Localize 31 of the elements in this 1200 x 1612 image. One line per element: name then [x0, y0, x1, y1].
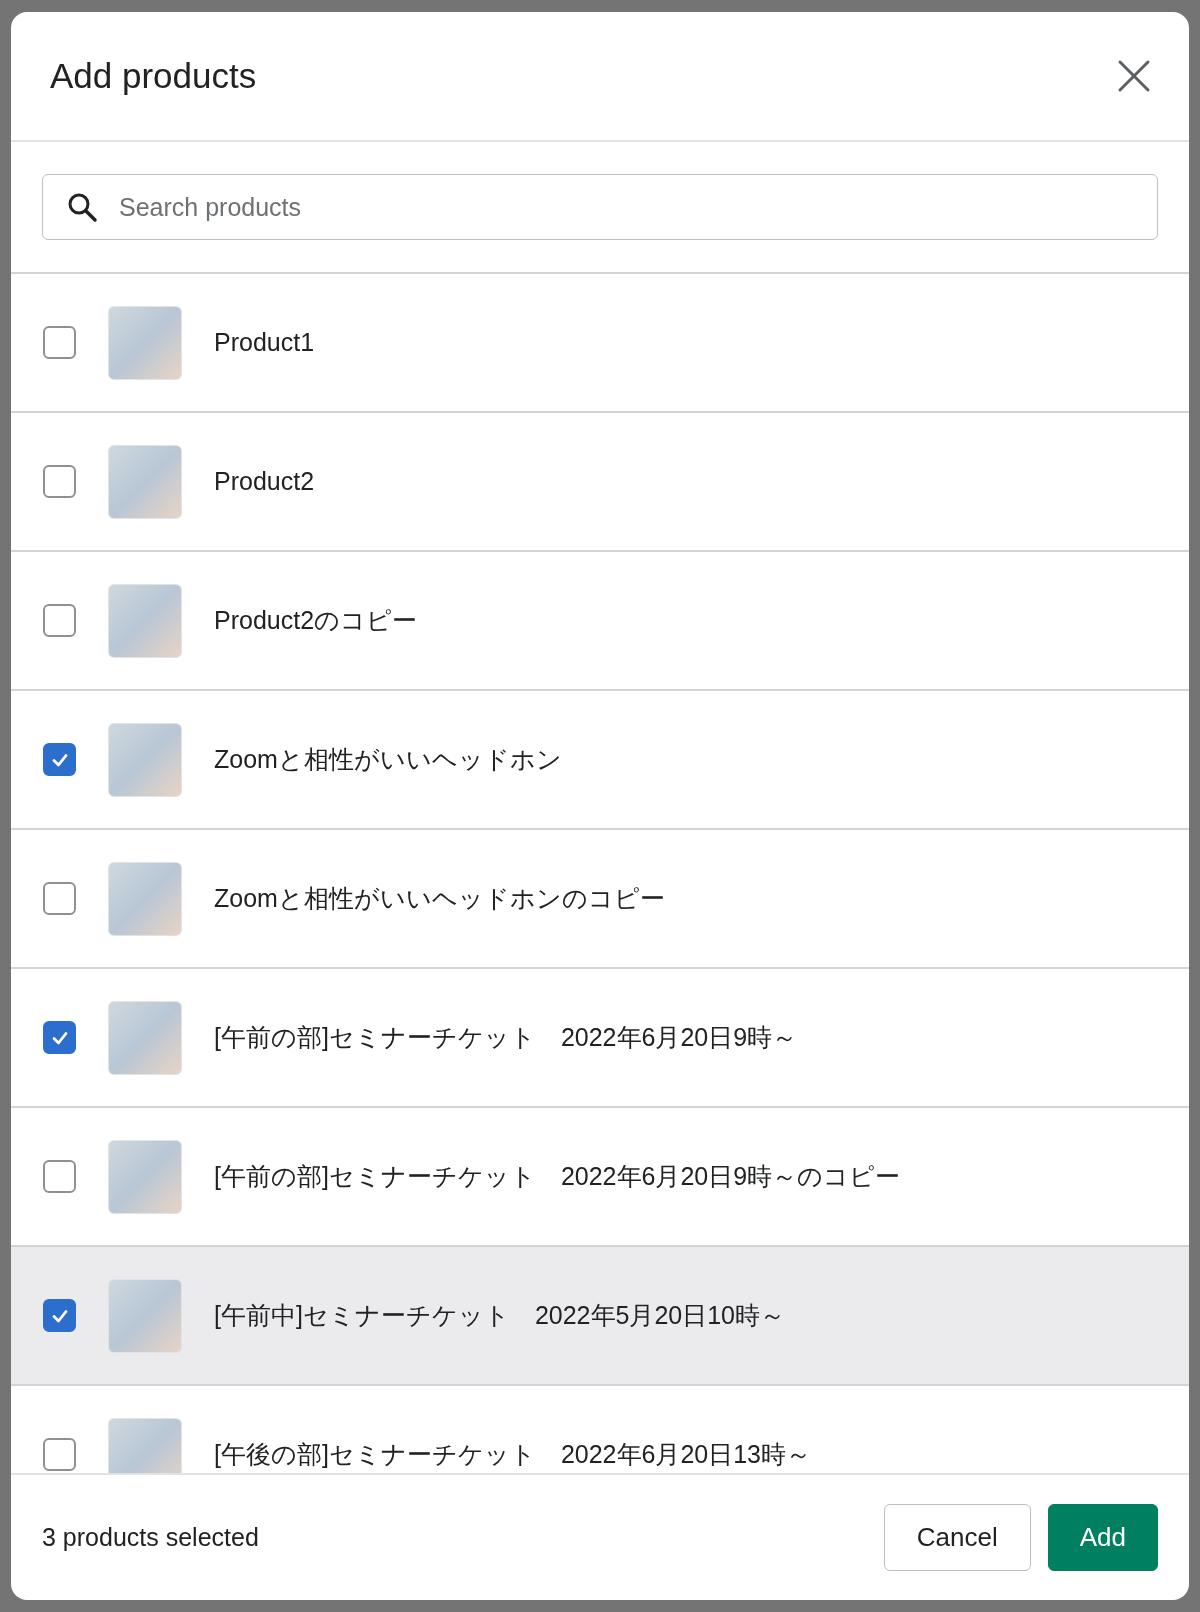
product-name: Product2のコピー: [214, 605, 418, 636]
product-name: Product2: [214, 467, 315, 496]
add-button[interactable]: Add: [1047, 1504, 1158, 1571]
search-field[interactable]: Search products: [42, 174, 1158, 240]
product-row[interactable]: Product2: [11, 413, 1189, 552]
product-row[interactable]: [午前の部]セミナーチケット 2022年6月20日9時～: [11, 969, 1189, 1108]
product-name: [午後の部]セミナーチケット 2022年6月20日13時～: [214, 1439, 812, 1470]
product-row[interactable]: Product2のコピー: [11, 552, 1189, 691]
checkbox[interactable]: [43, 1299, 76, 1332]
checkbox[interactable]: [43, 743, 76, 776]
product-name: [午前の部]セミナーチケット 2022年6月20日9時～のコピー: [214, 1161, 901, 1192]
product-row[interactable]: Zoomと相性がいいヘッドホン: [11, 691, 1189, 830]
close-icon[interactable]: [1117, 59, 1151, 93]
product-name: Zoomと相性がいいヘッドホンのコピー: [214, 883, 665, 914]
checkbox[interactable]: [43, 604, 76, 637]
product-row[interactable]: Product1: [11, 274, 1189, 413]
product-name: [午前の部]セミナーチケット 2022年6月20日9時～: [214, 1022, 798, 1053]
product-name: Product1: [214, 328, 315, 357]
checkbox[interactable]: [43, 1160, 76, 1193]
checkbox[interactable]: [43, 882, 76, 915]
product-row[interactable]: Zoomと相性がいいヘッドホンのコピー: [11, 830, 1189, 969]
checkbox[interactable]: [43, 1438, 76, 1471]
checkbox[interactable]: [43, 1021, 76, 1054]
product-name: [午前中]セミナーチケット 2022年5月20日10時～: [214, 1300, 786, 1331]
selection-count: 3 products selected: [42, 1523, 259, 1552]
product-name: Zoomと相性がいいヘッドホン: [214, 744, 562, 775]
dialog-title: Add products: [50, 56, 257, 96]
checkbox[interactable]: [43, 326, 76, 359]
cancel-button[interactable]: Cancel: [883, 1504, 1031, 1571]
product-row[interactable]: [午前中]セミナーチケット 2022年5月20日10時～: [11, 1247, 1189, 1386]
checkbox[interactable]: [43, 465, 76, 498]
